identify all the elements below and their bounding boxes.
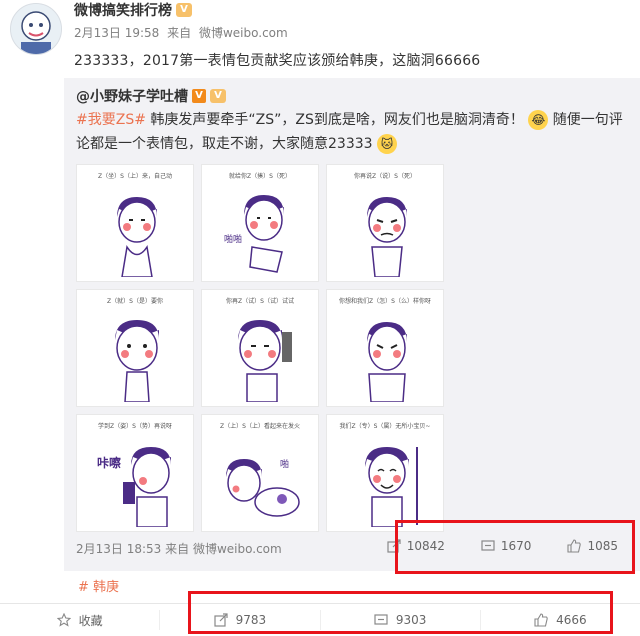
repost-meta: 2月13日 18:53 来自 微博weibo.com bbox=[76, 540, 282, 557]
meme-image-2[interactable]: 就给你Z（揍）S（死） 啪啪 bbox=[201, 164, 319, 282]
cartoon-man-icon bbox=[117, 197, 157, 277]
repost-date[interactable]: 2月13日 18:53 bbox=[76, 542, 161, 556]
meme-caption-8: Z（上）S（上）看起来在发火 bbox=[220, 423, 300, 430]
meme-image-7[interactable]: 学到Z（姿）S（势）再说呀 咔嚓 bbox=[76, 414, 194, 532]
svg-text:啪啪: 啪啪 bbox=[224, 233, 242, 245]
meme-caption-7: 学到Z（姿）S（势）再说呀 bbox=[98, 423, 172, 430]
cartoon-man-icon bbox=[367, 197, 407, 277]
member-badge-icon: V bbox=[210, 89, 226, 103]
member-badge-icon: V bbox=[176, 3, 192, 17]
repost-text-part1: 韩庚发声要牵手“ZS”，ZS到底是啥，网友们也是脑洞清奇！ bbox=[150, 112, 524, 128]
post-text: 233333，2017第一表情包贡献奖应该颁给韩庚，这脑洞66666 bbox=[74, 53, 481, 69]
meme-caption-3: 你再说Z（说）S（死） bbox=[354, 173, 416, 180]
weibo-post: 微博搞笑排行榜 V 2月13日 19:58 来自 微博weibo.com 233… bbox=[0, 0, 640, 635]
meme-caption-4: Z（就）S（是）要你 bbox=[107, 298, 163, 305]
star-icon bbox=[56, 613, 71, 627]
cartoon-man-icon: 啪啪 bbox=[224, 195, 284, 273]
repost-text: #我要ZS# 韩庚发声要牵手“ZS”，ZS到底是啥，网友们也是脑洞清奇！ 😂 随… bbox=[76, 108, 628, 156]
meme-caption-9: 我们Z（专）S（属）无所小宝贝~ bbox=[339, 423, 431, 430]
meme-image-8[interactable]: Z（上）S（上）看起来在发火 啪 bbox=[201, 414, 319, 532]
repost-card: @小野妹子学吐槽 V V #我要ZS# 韩庚发声要牵手“ZS”，ZS到底是啥，网… bbox=[64, 78, 640, 571]
meme-image-5[interactable]: 你再Z（试）S（试）试试 bbox=[201, 289, 319, 407]
cartoon-man-icon: 咔嚓 bbox=[97, 447, 171, 527]
highlight-box-repost-stats bbox=[395, 520, 635, 574]
repost-via-label: 来自 bbox=[165, 542, 190, 556]
image-grid: Z（坐）S（上）来，自己动 就给你Z（揍）S（死） 啪啪 你再说Z（说）S（死）… bbox=[76, 164, 444, 534]
svg-text:咔嚓: 咔嚓 bbox=[97, 455, 121, 470]
meme-caption-1: Z（坐）S（上）来，自己动 bbox=[98, 173, 172, 180]
via-label: 来自 bbox=[167, 26, 192, 40]
cat-emoji-icon: 🐱 bbox=[377, 134, 397, 154]
laugh-emoji-icon: 😂 bbox=[528, 110, 549, 130]
hashtag-link[interactable]: # 韩庚 bbox=[78, 576, 119, 595]
meme-image-1[interactable]: Z（坐）S（上）来，自己动 bbox=[76, 164, 194, 282]
cartoon-man-icon bbox=[367, 322, 407, 402]
hashtag-text[interactable]: 韩庚 bbox=[93, 580, 119, 595]
meme-image-6[interactable]: 你想和我们Z（怎）S（么）样你呀 bbox=[326, 289, 444, 407]
hashtag-icon: # bbox=[78, 580, 89, 595]
author-name-text[interactable]: 微博搞笑排行榜 bbox=[74, 0, 172, 20]
cartoon-man-icon bbox=[115, 320, 159, 402]
collect-label: 收藏 bbox=[78, 613, 103, 628]
topic-tag[interactable]: #我要ZS# bbox=[76, 112, 146, 128]
collect-button[interactable]: 收藏 bbox=[0, 610, 161, 630]
post-meta: 2月13日 19:58 来自 微博weibo.com bbox=[74, 24, 292, 41]
meme-image-9[interactable]: 我们Z（专）S（属）无所小宝贝~ bbox=[326, 414, 444, 532]
repost-author-name[interactable]: @小野妹子学吐槽 bbox=[76, 86, 188, 106]
author-avatar[interactable] bbox=[10, 3, 62, 55]
svg-text:啪: 啪 bbox=[280, 458, 289, 470]
cartoon-man-icon: 啪 bbox=[226, 458, 300, 517]
post-date[interactable]: 2月13日 19:58 bbox=[74, 26, 159, 40]
meme-caption-2: 就给你Z（揍）S（死） bbox=[229, 173, 291, 180]
meme-caption-5: 你再Z（试）S（试）试试 bbox=[226, 298, 294, 305]
cartoon-man-icon bbox=[238, 320, 292, 402]
repost-source[interactable]: 微博weibo.com bbox=[193, 542, 282, 556]
meme-image-4[interactable]: Z（就）S（是）要你 bbox=[76, 289, 194, 407]
meme-image-3[interactable]: 你再说Z（说）S（死） bbox=[326, 164, 444, 282]
meme-caption-6: 你想和我们Z（怎）S（么）样你呀 bbox=[339, 298, 431, 305]
post-source[interactable]: 微博weibo.com bbox=[199, 26, 288, 40]
highlight-box-bottom-stats bbox=[188, 591, 613, 634]
cartoon-man-icon bbox=[365, 447, 418, 527]
verified-icon: V bbox=[192, 89, 206, 103]
repost-author[interactable]: @小野妹子学吐槽 V V bbox=[76, 86, 226, 106]
author-name[interactable]: 微博搞笑排行榜 V bbox=[74, 0, 192, 20]
